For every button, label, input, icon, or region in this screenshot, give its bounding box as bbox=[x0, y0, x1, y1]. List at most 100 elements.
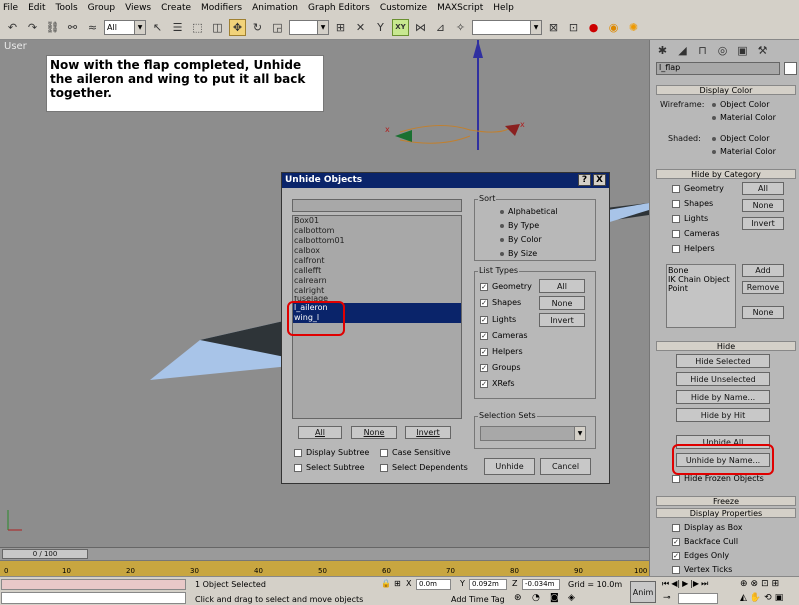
object-filter-input[interactable] bbox=[292, 199, 462, 212]
close-button[interactable]: X bbox=[593, 174, 606, 186]
bind-icon[interactable]: ≈ bbox=[84, 19, 101, 36]
angle-snap-icon[interactable]: ◔ bbox=[532, 593, 540, 603]
list-item[interactable]: calbottom bbox=[293, 226, 461, 236]
display-properties-rollout[interactable]: Display Properties bbox=[656, 508, 796, 518]
snap-icon[interactable]: ⊛ bbox=[514, 593, 522, 603]
y-coordinate-field[interactable]: 0.092m bbox=[469, 579, 507, 590]
select-dependents-checkbox[interactable]: Select Dependents bbox=[380, 463, 468, 472]
list-item[interactable]: Box01 bbox=[293, 216, 461, 226]
category-none-button[interactable]: None bbox=[742, 199, 784, 212]
list-types-none-button[interactable]: None bbox=[539, 296, 585, 310]
menu-help[interactable]: Help bbox=[493, 3, 514, 13]
menu-views[interactable]: Views bbox=[125, 3, 151, 13]
select-by-name-icon[interactable]: ☰ bbox=[169, 19, 186, 36]
case-sensitive-checkbox[interactable]: Case Sensitive bbox=[380, 448, 451, 457]
scale-icon[interactable]: ◲ bbox=[269, 19, 286, 36]
current-frame-field[interactable] bbox=[678, 593, 718, 604]
hide-frozen-objects-checkbox[interactable]: Hide Frozen Objects bbox=[672, 474, 764, 483]
next-frame-icon[interactable]: |▶ bbox=[690, 579, 699, 589]
absolute-mode-icon[interactable]: ⊞ bbox=[394, 579, 401, 588]
mirror-icon[interactable]: ⋈ bbox=[412, 19, 429, 36]
zoom-icon[interactable]: ⊕ bbox=[740, 579, 748, 589]
reference-coord-dropdown[interactable]: ▼ bbox=[289, 19, 329, 35]
object-color-swatch[interactable] bbox=[784, 62, 797, 75]
move-icon[interactable]: ✥ bbox=[229, 18, 246, 36]
track-bar[interactable]: 0 10 20 30 40 50 60 70 80 90 100 bbox=[0, 560, 649, 576]
link-icon[interactable]: ⛓ bbox=[44, 19, 61, 36]
time-slider[interactable]: 0 / 100 bbox=[0, 547, 649, 560]
pivot-icon[interactable]: ⊞ bbox=[332, 19, 349, 36]
vertex-ticks-checkbox[interactable]: Vertex Ticks bbox=[672, 565, 732, 574]
rotate-icon[interactable]: ↻ bbox=[249, 19, 266, 36]
hide-rollout[interactable]: Hide bbox=[656, 341, 796, 351]
maxscript-input[interactable] bbox=[1, 592, 186, 604]
hierarchy-tab-icon[interactable]: ⊓ bbox=[694, 42, 711, 59]
auto-key-button[interactable]: Anim bbox=[630, 581, 656, 603]
lock-icon[interactable]: 🔒 bbox=[381, 579, 391, 588]
hide-helpers-checkbox[interactable]: Helpers bbox=[672, 244, 715, 253]
hide-geometry-checkbox[interactable]: Geometry bbox=[672, 184, 724, 193]
cameras-checkbox[interactable]: ✓ Cameras bbox=[480, 331, 528, 340]
selection-lock-icon[interactable]: ✧ bbox=[452, 19, 469, 36]
menu-create[interactable]: Create bbox=[161, 3, 191, 13]
list-item[interactable]: callefft bbox=[293, 266, 461, 276]
list-types-invert-button[interactable]: Invert bbox=[539, 313, 585, 327]
menu-tools[interactable]: Tools bbox=[56, 3, 78, 13]
spinner-snap-icon[interactable]: ◈ bbox=[568, 593, 575, 603]
menu-customize[interactable]: Customize bbox=[380, 3, 427, 13]
category-all-button[interactable]: All bbox=[742, 182, 784, 195]
edges-only-checkbox[interactable]: ✓ Edges Only bbox=[672, 551, 729, 560]
constraint-x-icon[interactable]: ✕ bbox=[352, 19, 369, 36]
sort-alphabetical-radio[interactable]: Alphabetical bbox=[500, 207, 558, 216]
hide-cameras-checkbox[interactable]: Cameras bbox=[672, 229, 720, 238]
sort-by-size-radio[interactable]: By Size bbox=[500, 249, 537, 258]
list-item[interactable]: calright bbox=[293, 286, 461, 296]
menu-edit[interactable]: Edit bbox=[28, 3, 45, 13]
hide-selected-button[interactable]: Hide Selected bbox=[676, 354, 770, 368]
none-button[interactable]: None bbox=[351, 426, 397, 439]
render-scene-icon[interactable]: ◉ bbox=[605, 19, 622, 36]
constraint-y-icon[interactable]: Y bbox=[372, 19, 389, 36]
maxscript-listener-mini[interactable] bbox=[1, 579, 186, 590]
hide-lights-checkbox[interactable]: Lights bbox=[672, 214, 708, 223]
menu-animation[interactable]: Animation bbox=[252, 3, 298, 13]
hide-by-hit-button[interactable]: Hide by Hit bbox=[676, 408, 770, 422]
display-tab-icon[interactable]: ▣ bbox=[734, 42, 751, 59]
help-button[interactable]: ? bbox=[578, 174, 591, 186]
list-item[interactable]: Bone bbox=[668, 266, 734, 275]
menu-file[interactable]: File bbox=[3, 3, 18, 13]
quick-render-icon[interactable]: ✺ bbox=[625, 19, 642, 36]
wire-material-color-radio[interactable]: Material Color bbox=[712, 113, 776, 122]
unhide-button[interactable]: Unhide bbox=[484, 458, 535, 475]
backface-cull-checkbox[interactable]: ✓ Backface Cull bbox=[672, 537, 738, 546]
percent-snap-icon[interactable]: ◙ bbox=[550, 593, 559, 603]
menu-maxscript[interactable]: MAXScript bbox=[437, 3, 483, 13]
select-icon[interactable]: ↖ bbox=[149, 19, 166, 36]
zoom-extents-all-icon[interactable]: ⊞ bbox=[772, 579, 780, 589]
helpers-checkbox[interactable]: ✓ Helpers bbox=[480, 347, 523, 356]
sort-by-color-radio[interactable]: By Color bbox=[500, 235, 542, 244]
add-time-tag[interactable]: Add Time Tag bbox=[451, 595, 505, 604]
xrefs-checkbox[interactable]: ✓ XRefs bbox=[480, 379, 515, 388]
x-coordinate-field[interactable]: 0.0m bbox=[416, 579, 451, 590]
rect-region-icon[interactable]: ⬚ bbox=[189, 19, 206, 36]
motion-tab-icon[interactable]: ◎ bbox=[714, 42, 731, 59]
pan-icon[interactable]: ✋ bbox=[750, 593, 761, 603]
menu-modifiers[interactable]: Modifiers bbox=[201, 3, 242, 13]
constraint-xy-button[interactable]: XY bbox=[392, 18, 409, 36]
object-name-field[interactable]: l_flap bbox=[656, 62, 780, 75]
category-list-none-button[interactable]: None bbox=[742, 306, 784, 319]
schematic-view-icon[interactable]: ⊡ bbox=[565, 19, 582, 36]
zoom-all-icon[interactable]: ⊗ bbox=[751, 579, 759, 589]
named-selection-dropdown[interactable]: ▼ bbox=[472, 19, 542, 35]
category-remove-button[interactable]: Remove bbox=[742, 281, 784, 294]
align-icon[interactable]: ⊿ bbox=[432, 19, 449, 36]
zoom-extents-icon[interactable]: ⊡ bbox=[761, 579, 769, 589]
window-crossing-icon[interactable]: ◫ bbox=[209, 19, 226, 36]
go-to-end-icon[interactable]: ⏭ bbox=[701, 579, 708, 589]
groups-checkbox[interactable]: ✓ Groups bbox=[480, 363, 521, 372]
invert-button[interactable]: Invert bbox=[405, 426, 451, 439]
lights-checkbox[interactable]: ✓ Lights bbox=[480, 315, 516, 324]
hide-by-category-rollout[interactable]: Hide by Category bbox=[656, 169, 796, 179]
maximize-viewport-icon[interactable]: ▣ bbox=[775, 593, 784, 603]
